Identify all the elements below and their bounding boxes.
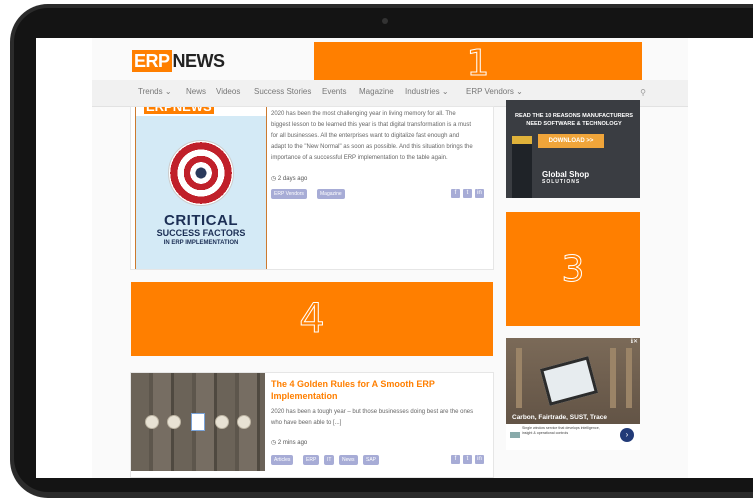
tag-magazine[interactable]: Magazine [317,189,345,199]
shelf [516,348,522,408]
ad-slot-number: 3 [561,248,585,290]
nav-item-news[interactable]: News [186,87,206,96]
nav-item-videos[interactable]: Videos [216,87,240,96]
chevron-right-icon[interactable]: › [620,428,634,442]
worker-illustration [512,136,532,198]
article-card-magazine: ERPNEWS CRITICAL SUCCESS FACTORS IN ERP … [130,106,494,270]
tag-news[interactable]: News [339,455,358,465]
nav-item-industries[interactable]: Industries ⌄ [405,87,449,96]
magazine-masthead: ERPNEWS [136,107,266,116]
article-thumbnail-image[interactable] [131,373,265,471]
magazine-cover-title: CRITICAL [164,212,238,229]
laptop-screen: ERP NEWS 1 Trends ⌄ News Videos Success S… [36,38,753,478]
article-timestamp: ◷ 2 days ago [271,176,308,182]
decor-circle [237,415,251,429]
logo-news: NEWS [172,51,226,71]
tag-sap[interactable]: SAP [363,455,380,465]
linkedin-share-icon[interactable]: in [475,189,484,198]
ad-body: Single window service that develops inte… [522,426,600,435]
magazine-cover-image[interactable]: ERPNEWS CRITICAL SUCCESS FACTORS IN ERP … [135,107,267,269]
advertiser-logo [510,432,520,438]
tablet-illustration [539,356,599,406]
nav-item-magazine[interactable]: Magazine [359,87,394,96]
facebook-share-icon[interactable]: f [451,189,460,198]
decor-circle [215,415,229,429]
article-card-golden-rules: The 4 Golden Rules for A Smooth ERP Impl… [130,372,494,478]
tag-erp-vendors[interactable]: ERP Vendors [271,189,307,199]
ad-slot-number: 1 [466,42,490,84]
magazine-cover-subtitle-2: IN ERP IMPLEMENTATION [163,240,239,246]
shelf [626,348,632,408]
global-shop-logo: Global Shop SOLUTIONS [542,170,590,185]
ad-slot-number: 4 [299,296,325,343]
magazine-cover-subtitle: SUCCESS FACTORS [156,228,246,238]
ad-footer: Single window service that develops inte… [506,424,640,450]
ad-slot-3[interactable]: 3 [506,212,640,326]
warehouse-ad[interactable]: ℹ✕ Carbon, Fairtrade, SUST, Trace Single… [506,338,640,450]
decor-circle [145,415,159,429]
nav-item-trends[interactable]: Trends ⌄ [138,87,172,96]
site-logo[interactable]: ERP NEWS [132,50,226,72]
tag-erp[interactable]: ERP [303,455,320,465]
website: ERP NEWS 1 Trends ⌄ News Videos Success S… [92,38,688,478]
webcam [382,18,388,24]
twitter-share-icon[interactable]: t [463,455,472,464]
tag-it[interactable]: IT [324,455,335,465]
download-button[interactable]: DOWNLOAD >> [538,134,604,148]
logo-erp: ERP [132,50,172,72]
global-shop-ad[interactable]: READ THE 10 REASONS MANUFACTURERS NEED S… [506,100,640,198]
article-title[interactable]: The 4 Golden Rules for A Smooth ERP Impl… [271,378,491,402]
ad-headline: Carbon, Fairtrade, SUST, Trace [512,414,608,421]
clock-icon: ◷ [271,440,277,446]
nav-item-success-stories[interactable]: Success Stories [254,87,311,96]
tag-articles[interactable]: Articles [271,455,294,465]
clock-icon: ◷ [271,176,277,182]
twitter-share-icon[interactable]: t [463,189,472,198]
linkedin-share-icon[interactable]: in [475,455,484,464]
nav-item-erp-vendors[interactable]: ERP Vendors ⌄ [466,87,523,96]
ad-slot-1[interactable]: 1 [314,42,642,84]
shelf [610,348,616,408]
search-icon[interactable]: ⚲ [640,88,646,97]
ad-slot-4[interactable]: 4 [131,282,493,356]
ad-choices-icon[interactable]: ℹ✕ [631,338,638,345]
decor-circle [167,415,181,429]
article-excerpt: 2020 has been a tough year – but those b… [271,409,474,426]
laptop-frame: ERP NEWS 1 Trends ⌄ News Videos Success S… [0,0,753,500]
article-excerpt: 2020 has been the most challenging year … [271,111,473,161]
nav-item-events[interactable]: Events [322,87,346,96]
facebook-share-icon[interactable]: f [451,455,460,464]
article-timestamp: ◷ 2 mins ago [271,440,308,446]
ad-headline: READ THE 10 REASONS MANUFACTURERS NEED S… [514,113,634,127]
decor-card [191,413,205,431]
target-illustration [168,140,234,206]
